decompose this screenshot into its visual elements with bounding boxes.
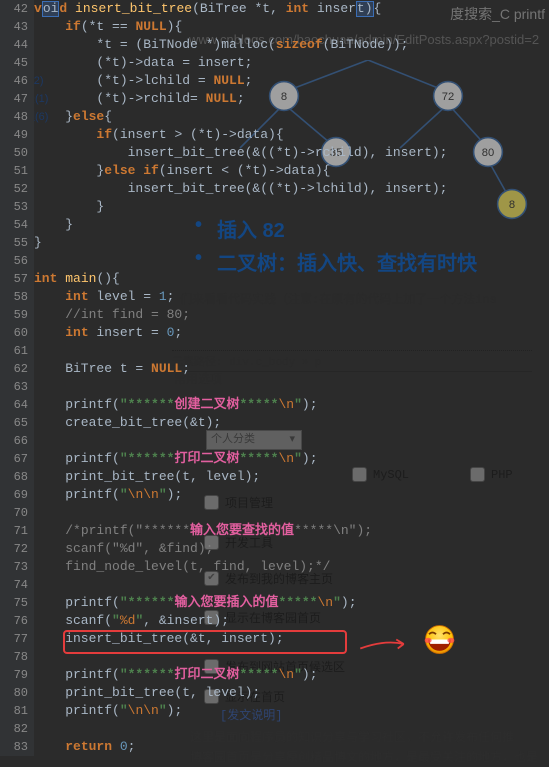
code-line[interactable]: printf("******打印二叉树*****\n"); xyxy=(34,450,549,468)
code-line[interactable]: void insert_bit_tree(BiTree *t, int inse… xyxy=(34,0,549,18)
code-line[interactable] xyxy=(34,432,549,450)
line-number: 78 xyxy=(0,648,28,666)
code-line[interactable]: //int find = 80; xyxy=(34,306,549,324)
code-line[interactable]: } xyxy=(34,198,549,216)
code-line[interactable]: (*t)->lchild = NULL; xyxy=(34,72,549,90)
line-number: 61 xyxy=(0,342,28,360)
line-number: 68 xyxy=(0,468,28,486)
line-number: 47 xyxy=(0,90,28,108)
code-line[interactable]: find_node_level(t, find, level);*/ xyxy=(34,558,549,576)
code-line[interactable]: if(*t == NULL){ xyxy=(34,18,549,36)
code-line[interactable]: insert_bit_tree(&((*t)->lchild), insert)… xyxy=(34,180,549,198)
line-number: 43 xyxy=(0,18,28,36)
line-number: 56 xyxy=(0,252,28,270)
line-number: 64 xyxy=(0,396,28,414)
line-number: 82 xyxy=(0,720,28,738)
code-line[interactable]: }else if(insert < (*t)->data){ xyxy=(34,162,549,180)
code-line[interactable]: printf("******打印二叉树*****\n"); xyxy=(34,666,549,684)
line-number: 66 xyxy=(0,432,28,450)
code-line[interactable]: if(insert > (*t)->data){ xyxy=(34,126,549,144)
code-line[interactable]: create_bit_tree(&t); xyxy=(34,414,549,432)
code-line[interactable]: scanf("%d", &insert); xyxy=(34,612,549,630)
line-number: 54 xyxy=(0,216,28,234)
line-number-gutter: 4243444546474849505152535455565758596061… xyxy=(0,0,34,756)
red-highlight-rect xyxy=(63,630,347,654)
line-number: 67 xyxy=(0,450,28,468)
line-number: 57 xyxy=(0,270,28,288)
line-number: 45 xyxy=(0,54,28,72)
code-line[interactable]: printf("\n\n"); xyxy=(34,486,549,504)
code-line[interactable]: print_bit_tree(t, level); xyxy=(34,684,549,702)
line-number: 65 xyxy=(0,414,28,432)
line-number: 71 xyxy=(0,522,28,540)
code-line[interactable]: int insert = 0; xyxy=(34,324,549,342)
code-line[interactable]: (*t)->data = insert; xyxy=(34,54,549,72)
code-line[interactable]: printf("******创建二叉树*****\n"); xyxy=(34,396,549,414)
laugh-emoji-icon xyxy=(422,622,457,657)
code-line[interactable]: BiTree t = NULL; xyxy=(34,360,549,378)
code-line[interactable] xyxy=(34,378,549,396)
code-line[interactable] xyxy=(34,252,549,270)
code-line[interactable] xyxy=(34,342,549,360)
line-number: 69 xyxy=(0,486,28,504)
arrow-icon xyxy=(350,638,420,653)
code-line[interactable]: /*printf("******输入您要查找的值*****\n"); xyxy=(34,522,549,540)
code-line[interactable]: print_bit_tree(t, level); xyxy=(34,468,549,486)
code-line[interactable]: (*t)->rchild= NULL; xyxy=(34,90,549,108)
line-number: 73 xyxy=(0,558,28,576)
code-line[interactable]: int level = 1; xyxy=(34,288,549,306)
line-number: 76 xyxy=(0,612,28,630)
line-number: 53 xyxy=(0,198,28,216)
line-number: 48 xyxy=(0,108,28,126)
line-number: 60 xyxy=(0,324,28,342)
line-number: 70 xyxy=(0,504,28,522)
line-number: 52 xyxy=(0,180,28,198)
code-line[interactable]: } xyxy=(34,234,549,252)
code-line[interactable]: }else{ xyxy=(34,108,549,126)
code-line[interactable]: } xyxy=(34,216,549,234)
line-number: 58 xyxy=(0,288,28,306)
line-number: 83 xyxy=(0,738,28,756)
line-number: 75 xyxy=(0,594,28,612)
line-number: 81 xyxy=(0,702,28,720)
line-number: 49 xyxy=(0,126,28,144)
line-number: 63 xyxy=(0,378,28,396)
line-number: 80 xyxy=(0,684,28,702)
line-number: 44 xyxy=(0,36,28,54)
line-number: 51 xyxy=(0,162,28,180)
line-number: 50 xyxy=(0,144,28,162)
code-line[interactable]: printf("\n\n"); xyxy=(34,702,549,720)
code-line[interactable]: *t = (BiTNode *)malloc(sizeof(BiTNode)); xyxy=(34,36,549,54)
code-line[interactable]: return 0; xyxy=(34,738,549,756)
code-line[interactable]: insert_bit_tree(&((*t)->rchild), insert)… xyxy=(34,144,549,162)
line-number: 72 xyxy=(0,540,28,558)
code-line[interactable]: int main(){ xyxy=(34,270,549,288)
line-number: 46 xyxy=(0,72,28,90)
line-number: 62 xyxy=(0,360,28,378)
code-line[interactable] xyxy=(34,504,549,522)
code-line[interactable] xyxy=(34,720,549,738)
line-number: 59 xyxy=(0,306,28,324)
line-number: 42 xyxy=(0,0,28,18)
code-line[interactable] xyxy=(34,576,549,594)
line-number: 74 xyxy=(0,576,28,594)
code-line[interactable]: scanf("%d", &find); xyxy=(34,540,549,558)
code-line[interactable]: printf("******输入您要插入的值*****\n"); xyxy=(34,594,549,612)
line-number: 55 xyxy=(0,234,28,252)
line-number: 77 xyxy=(0,630,28,648)
line-number: 79 xyxy=(0,666,28,684)
